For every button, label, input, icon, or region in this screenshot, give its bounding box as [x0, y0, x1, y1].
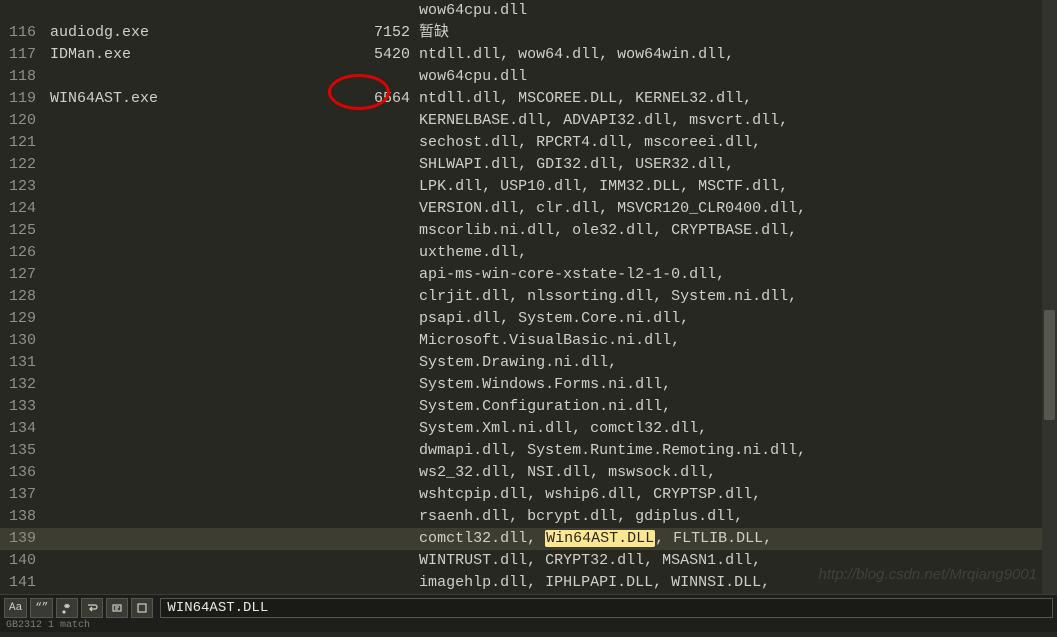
- line-number: 124: [0, 198, 44, 220]
- line-content: VERSION.dll, clr.dll, MSVCR120_CLR0400.d…: [44, 198, 1057, 220]
- editor-line[interactable]: 140 WINTRUST.dll, CRYPT32.dll, MSASN1.dl…: [0, 550, 1057, 572]
- editor-line[interactable]: 134 System.Xml.ni.dll, comctl32.dll,: [0, 418, 1057, 440]
- line-number: 131: [0, 352, 44, 374]
- line-content: Microsoft.VisualBasic.ni.dll,: [44, 330, 1057, 352]
- vertical-scrollbar[interactable]: [1042, 0, 1057, 594]
- line-number: 125: [0, 220, 44, 242]
- line-number: 128: [0, 286, 44, 308]
- line-number: 121: [0, 132, 44, 154]
- line-number: 116: [0, 22, 44, 44]
- line-number: 134: [0, 418, 44, 440]
- editor-line[interactable]: 141 imagehlp.dll, IPHLPAPI.DLL, WINNSI.D…: [0, 572, 1057, 594]
- line-number: 118: [0, 66, 44, 88]
- editor-line[interactable]: 132 System.Windows.Forms.ni.dll,: [0, 374, 1057, 396]
- line-number: 119: [0, 88, 44, 110]
- search-match: Win64AST.DLL: [545, 530, 655, 547]
- line-number: 130: [0, 330, 44, 352]
- line-content: wow64cpu.dll: [44, 66, 1057, 88]
- editor-line[interactable]: 117IDMan.exe 5420 ntdll.dll, wow64.dll, …: [0, 44, 1057, 66]
- editor-line[interactable]: 118 wow64cpu.dll: [0, 66, 1057, 88]
- editor-line[interactable]: 133 System.Configuration.ni.dll,: [0, 396, 1057, 418]
- line-number: 127: [0, 264, 44, 286]
- line-content: comctl32.dll, Win64AST.DLL, FLTLIB.DLL,: [44, 528, 1057, 550]
- line-content: audiodg.exe 7152 暂缺: [44, 22, 1057, 44]
- line-number: 140: [0, 550, 44, 572]
- footer: Aa “” GB2312 1 match: [0, 594, 1057, 632]
- highlight-button[interactable]: [131, 598, 153, 618]
- editor-line[interactable]: 127 api-ms-win-core-xstate-l2-1-0.dll,: [0, 264, 1057, 286]
- editor-line[interactable]: 121 sechost.dll, RPCRT4.dll, mscoreei.dl…: [0, 132, 1057, 154]
- line-number: 139: [0, 528, 44, 550]
- line-number: 133: [0, 396, 44, 418]
- line-number: 132: [0, 374, 44, 396]
- editor-line[interactable]: 116audiodg.exe 7152 暂缺: [0, 22, 1057, 44]
- editor-line[interactable]: 135 dwmapi.dll, System.Runtime.Remoting.…: [0, 440, 1057, 462]
- line-number: 120: [0, 110, 44, 132]
- status-bar: GB2312 1 match: [0, 620, 1057, 632]
- line-content: sechost.dll, RPCRT4.dll, mscoreei.dll,: [44, 132, 1057, 154]
- line-number: 123: [0, 176, 44, 198]
- line-content: imagehlp.dll, IPHLPAPI.DLL, WINNSI.DLL,: [44, 572, 1057, 594]
- line-content: LPK.dll, USP10.dll, IMM32.DLL, MSCTF.dll…: [44, 176, 1057, 198]
- line-number: 129: [0, 308, 44, 330]
- editor-line[interactable]: 122 SHLWAPI.dll, GDI32.dll, USER32.dll,: [0, 154, 1057, 176]
- line-content: clrjit.dll, nlssorting.dll, System.ni.dl…: [44, 286, 1057, 308]
- line-content: SHLWAPI.dll, GDI32.dll, USER32.dll,: [44, 154, 1057, 176]
- line-content: ws2_32.dll, NSI.dll, mswsock.dll,: [44, 462, 1057, 484]
- line-content: uxtheme.dll,: [44, 242, 1057, 264]
- editor-line[interactable]: 120 KERNELBASE.dll, ADVAPI32.dll, msvcrt…: [0, 110, 1057, 132]
- editor-line[interactable]: 138 rsaenh.dll, bcrypt.dll, gdiplus.dll,: [0, 506, 1057, 528]
- line-content: psapi.dll, System.Core.ni.dll,: [44, 308, 1057, 330]
- line-content: api-ms-win-core-xstate-l2-1-0.dll,: [44, 264, 1057, 286]
- editor-line[interactable]: 128 clrjit.dll, nlssorting.dll, System.n…: [0, 286, 1057, 308]
- line-content: wshtcpip.dll, wship6.dll, CRYPTSP.dll,: [44, 484, 1057, 506]
- editor-line[interactable]: 131 System.Drawing.ni.dll,: [0, 352, 1057, 374]
- editor-line[interactable]: 119WIN64AST.exe 6564 ntdll.dll, MSCOREE.…: [0, 88, 1057, 110]
- editor-line[interactable]: 139 comctl32.dll, Win64AST.DLL, FLTLIB.D…: [0, 528, 1057, 550]
- line-content: System.Windows.Forms.ni.dll,: [44, 374, 1057, 396]
- editor-line[interactable]: 125 mscorlib.ni.dll, ole32.dll, CRYPTBAS…: [0, 220, 1057, 242]
- regex-icon: [61, 602, 73, 614]
- line-content: dwmapi.dll, System.Runtime.Remoting.ni.d…: [44, 440, 1057, 462]
- selection-icon: [111, 602, 123, 614]
- line-number: 126: [0, 242, 44, 264]
- in-selection-button[interactable]: [106, 598, 128, 618]
- line-content: KERNELBASE.dll, ADVAPI32.dll, msvcrt.dll…: [44, 110, 1057, 132]
- line-content: System.Drawing.ni.dll,: [44, 352, 1057, 374]
- line-number: 122: [0, 154, 44, 176]
- line-content: WIN64AST.exe 6564 ntdll.dll, MSCOREE.DLL…: [44, 88, 1057, 110]
- line-content: WINTRUST.dll, CRYPT32.dll, MSASN1.dll,: [44, 550, 1057, 572]
- editor-line[interactable]: 137 wshtcpip.dll, wship6.dll, CRYPTSP.dl…: [0, 484, 1057, 506]
- editor-line[interactable]: 136 ws2_32.dll, NSI.dll, mswsock.dll,: [0, 462, 1057, 484]
- line-number: 136: [0, 462, 44, 484]
- line-content: IDMan.exe 5420 ntdll.dll, wow64.dll, wow…: [44, 44, 1057, 66]
- line-number: 135: [0, 440, 44, 462]
- line-number: 137: [0, 484, 44, 506]
- line-content: System.Xml.ni.dll, comctl32.dll,: [44, 418, 1057, 440]
- wrap-icon: [86, 602, 98, 614]
- editor-line[interactable]: 124 VERSION.dll, clr.dll, MSVCR120_CLR04…: [0, 198, 1057, 220]
- line-number: 138: [0, 506, 44, 528]
- line-content: mscorlib.ni.dll, ole32.dll, CRYPTBASE.dl…: [44, 220, 1057, 242]
- line-content: rsaenh.dll, bcrypt.dll, gdiplus.dll,: [44, 506, 1057, 528]
- editor-line[interactable]: 130 Microsoft.VisualBasic.ni.dll,: [0, 330, 1057, 352]
- editor-area[interactable]: wow64cpu.dll116audiodg.exe 7152 暂缺117IDM…: [0, 0, 1057, 594]
- line-number: 141: [0, 572, 44, 594]
- editor-line[interactable]: 123 LPK.dll, USP10.dll, IMM32.DLL, MSCTF…: [0, 176, 1057, 198]
- line-number: [0, 0, 44, 22]
- editor-line[interactable]: wow64cpu.dll: [0, 0, 1057, 22]
- search-input[interactable]: [160, 598, 1053, 618]
- line-content: System.Configuration.ni.dll,: [44, 396, 1057, 418]
- vertical-scrollbar-thumb[interactable]: [1044, 310, 1055, 420]
- line-number: 117: [0, 44, 44, 66]
- editor-line[interactable]: 126 uxtheme.dll,: [0, 242, 1057, 264]
- highlight-icon: [136, 602, 148, 614]
- editor-line[interactable]: 129 psapi.dll, System.Core.ni.dll,: [0, 308, 1057, 330]
- line-content: wow64cpu.dll: [44, 0, 1057, 22]
- search-bar: Aa “”: [0, 595, 1057, 620]
